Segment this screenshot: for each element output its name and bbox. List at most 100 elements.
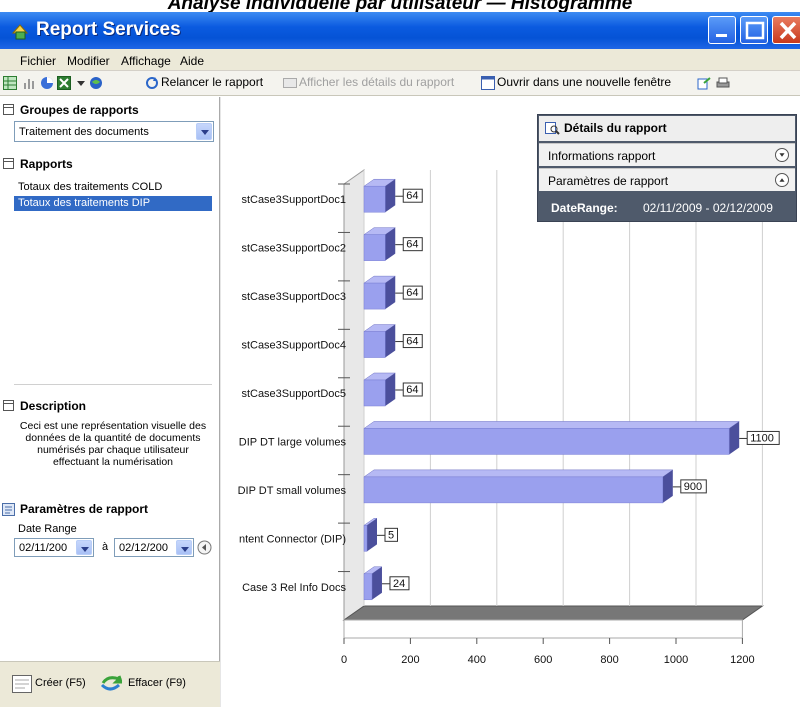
chart-left-wall	[343, 169, 365, 621]
print-icon[interactable]	[716, 76, 730, 90]
x-tick-label: 800	[600, 654, 618, 666]
date-range-row: DateRange: 02/11/2009 - 02/12/2009	[539, 195, 795, 220]
report-details-title: Détails du rapport	[564, 121, 667, 135]
action-bar: Créer (F5) Effacer (F9)	[0, 661, 220, 707]
report-item-dip[interactable]: Totaux des traitements DIP	[14, 196, 212, 211]
y-tick-label: stCase3SupportDoc4	[241, 340, 346, 352]
panel-icon	[3, 104, 14, 115]
export-icon[interactable]	[697, 76, 711, 90]
bar	[363, 185, 386, 213]
data-label: 1100	[750, 432, 774, 444]
date-from-select[interactable]: 02/11/200	[14, 538, 94, 557]
pie-chart-icon[interactable]	[40, 76, 54, 90]
y-tick-label: stCase3SupportDoc3	[241, 291, 346, 303]
x-tick-label: 200	[401, 654, 419, 666]
reset-date-icon[interactable]	[197, 540, 212, 555]
bar-top	[363, 469, 674, 478]
settings-icon	[2, 503, 15, 516]
menu-fichier[interactable]: Fichier	[20, 54, 56, 68]
data-label: 64	[406, 190, 418, 202]
close-button[interactable]	[772, 16, 800, 44]
bar	[363, 379, 386, 407]
y-tick-label: stCase3SupportDoc5	[241, 388, 346, 400]
bar-chart-icon[interactable]	[22, 76, 36, 90]
y-tick-label: ntent Connector (DIP)	[239, 533, 346, 545]
y-tick-label: DIP DT small volumes	[238, 485, 347, 497]
rerun-report-button[interactable]: Relancer le rapport	[161, 75, 263, 89]
chart-floor-edge	[343, 619, 743, 639]
description-label: Description	[20, 399, 87, 413]
date-to-value: 02/12/200	[119, 542, 168, 554]
show-details-button[interactable]: Afficher les détails du rapport	[299, 75, 454, 89]
bar	[363, 331, 386, 358]
bar-top	[363, 421, 740, 429]
params-header: Paramètres de rapport	[0, 500, 220, 520]
x-tick-label: 600	[534, 654, 552, 666]
data-label: 64	[406, 384, 418, 396]
date-from-value: 02/11/200	[19, 542, 68, 554]
chart-floor	[342, 605, 764, 621]
report-params-row[interactable]: Paramètres de rapport	[539, 168, 795, 191]
date-separator: à	[102, 541, 109, 553]
toolbar: Relancer le rapport Afficher les détails…	[0, 71, 800, 96]
reports-header: Rapports	[0, 155, 220, 175]
report-info-label: Informations rapport	[548, 149, 656, 163]
bar	[363, 525, 368, 552]
excel-export-icon[interactable]	[57, 76, 71, 90]
menu-aide[interactable]: Aide	[180, 54, 204, 68]
window-title: Report Services	[36, 19, 181, 40]
menu-modifier[interactable]: Modifier	[67, 54, 110, 68]
report-info-row[interactable]: Informations rapport	[539, 143, 795, 166]
open-new-window-button[interactable]: Ouvrir dans une nouvelle fenêtre	[497, 75, 671, 89]
y-tick-label: DIP DT large volumes	[239, 436, 347, 448]
x-tick-label: 400	[468, 654, 486, 666]
data-label: 24	[393, 578, 405, 590]
create-button[interactable]: Créer (F5)	[35, 677, 86, 689]
magnifier-icon	[545, 122, 560, 135]
maximize-button[interactable]	[740, 16, 768, 44]
minimize-icon	[716, 34, 727, 37]
minimize-button[interactable]	[708, 16, 736, 44]
dropdown-arrow-icon[interactable]	[74, 76, 88, 90]
clear-button[interactable]: Effacer (F9)	[128, 677, 186, 689]
new-window-icon[interactable]	[481, 76, 495, 90]
date-range-key: DateRange:	[551, 201, 618, 215]
globe-icon[interactable]	[89, 76, 103, 90]
bar	[363, 573, 373, 601]
report-details-header: Détails du rapport	[539, 116, 795, 141]
x-tick-label: 1200	[730, 654, 754, 666]
details-icon[interactable]	[283, 76, 297, 90]
bar	[363, 234, 386, 261]
refresh-icon[interactable]	[145, 76, 159, 90]
bar	[363, 282, 386, 310]
expand-icon[interactable]	[775, 148, 789, 162]
panel-icon	[3, 158, 14, 169]
create-icon	[12, 675, 32, 693]
description-text: Ceci est une représentation visuelle des…	[19, 420, 207, 468]
data-label: 64	[406, 239, 418, 251]
report-item-cold[interactable]: Totaux des traitements COLD	[14, 180, 212, 195]
bar	[363, 428, 730, 455]
report-group-select[interactable]: Traitement des documents	[14, 121, 214, 142]
report-groups-label: Groupes de rapports	[20, 103, 139, 117]
x-tick-label: 1000	[664, 654, 688, 666]
date-to-select[interactable]: 02/12/200	[114, 538, 194, 557]
table-view-icon[interactable]	[3, 76, 17, 90]
close-icon	[779, 21, 797, 40]
collapse-icon[interactable]	[775, 173, 789, 187]
menu-affichage[interactable]: Affichage	[121, 54, 171, 68]
maximize-icon	[745, 21, 765, 40]
data-label: 900	[684, 481, 702, 493]
menu-bar: Fichier Modifier Affichage Aide	[0, 49, 800, 71]
data-label: 64	[406, 287, 418, 299]
app-icon	[11, 24, 29, 40]
chevron-down-icon	[76, 540, 92, 555]
data-label: 64	[406, 336, 418, 348]
y-tick-label: Case 3 Rel Info Docs	[242, 582, 346, 594]
chevron-down-icon	[196, 123, 212, 140]
report-params-label: Paramètres de rapport	[548, 174, 669, 188]
date-range-value: 02/11/2009 - 02/12/2009	[643, 201, 773, 215]
divider	[14, 384, 212, 385]
title-bar[interactable]: Report Services	[0, 12, 800, 49]
params-label: Paramètres de rapport	[20, 502, 149, 516]
